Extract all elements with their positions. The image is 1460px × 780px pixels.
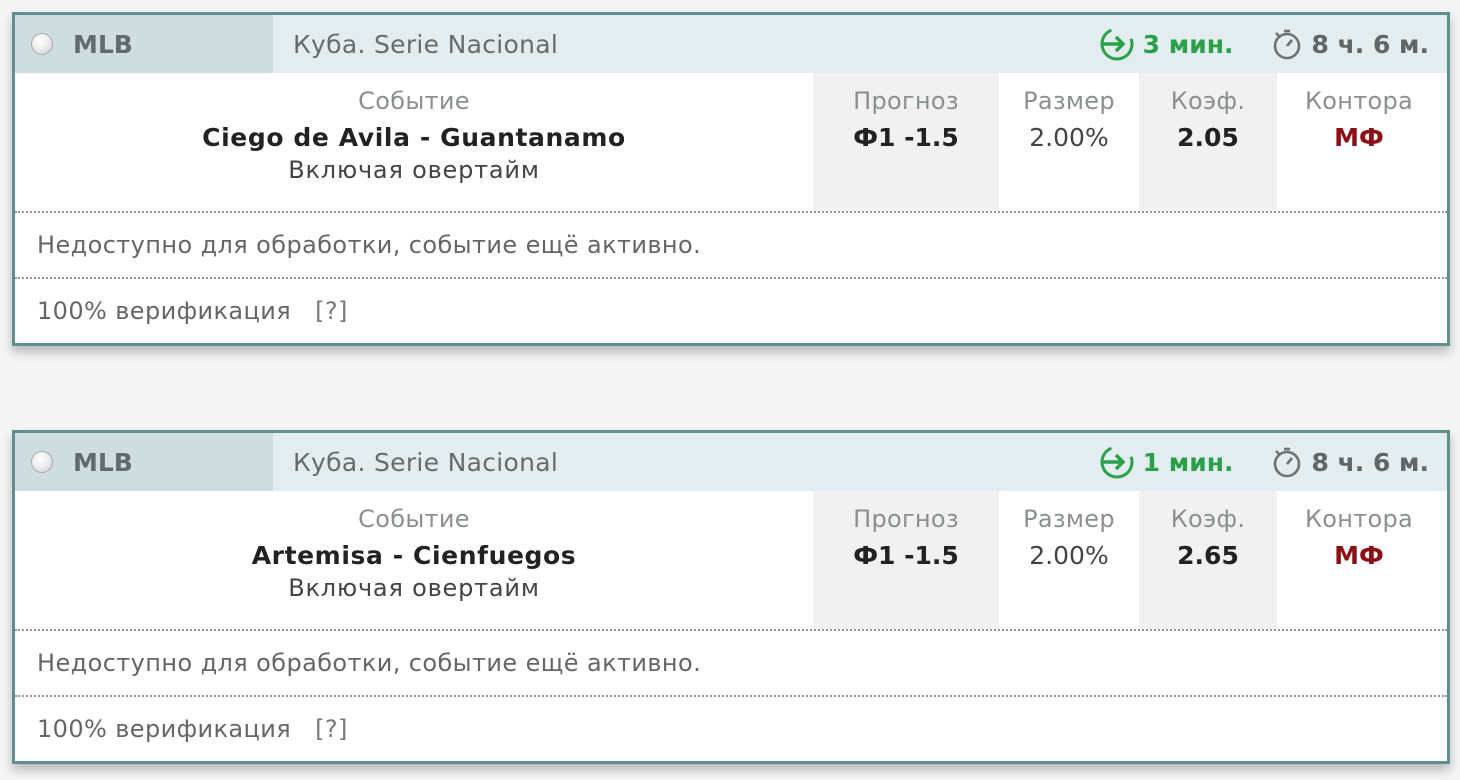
timing-info: 1 мин. 8 ч. 6 м. [1099,433,1429,491]
odds-value: 2.05 [1177,123,1239,152]
event-cell: Событие Artemisa - Cienfuegos Включая ов… [15,491,813,629]
sport-label: MLB [73,447,133,477]
bookmaker-cell: Контора МФ [1277,73,1441,211]
event-name: Ciego de Avila - Guantanamo [202,123,626,152]
size-cell: Размер 2.00% [999,491,1139,629]
forecast-column-head: Прогноз [853,505,959,533]
odds-cell: Коэф. 2.65 [1139,491,1277,629]
sport-cell: MLB [15,15,273,73]
bet-card: MLB Куба. Serie Nacional 1 мин. 8 ч. 6 м… [12,430,1450,764]
stopwatch-icon [1273,29,1300,60]
forecast-column-head: Прогноз [853,87,959,115]
size-cell: Размер 2.00% [999,73,1139,211]
verification-text: 100% верификация [37,297,292,325]
duration-label: 8 ч. 6 м. [1311,29,1430,59]
starts-in: 3 мин. [1099,26,1234,62]
event-note: Включая овертайм [288,156,540,184]
odds-value: 2.65 [1177,541,1239,570]
bookmaker-cell: Контора МФ [1277,491,1441,629]
stopwatch-icon [1273,447,1300,478]
card-header: MLB Куба. Serie Nacional 1 мин. 8 ч. 6 м… [15,433,1447,491]
status-row: Недоступно для обработки, событие ещё ак… [15,629,1447,695]
duration: 8 ч. 6 м. [1270,445,1430,479]
size-column-head: Размер [1023,87,1115,115]
odds-column-head: Коэф. [1170,505,1246,533]
starts-in-label: 1 мин. [1142,447,1234,477]
status-text: Недоступно для обработки, событие ещё ак… [37,231,702,259]
event-name: Artemisa - Cienfuegos [251,541,577,570]
verification-row: 100% верификация [?] [15,695,1447,761]
bet-info: Событие Artemisa - Cienfuegos Включая ов… [15,491,1447,629]
verification-help-link[interactable]: [?] [315,297,348,325]
size-value: 2.00% [1029,123,1109,152]
starts-in: 1 мин. [1099,444,1234,480]
event-column-head: Событие [358,505,470,533]
timing-info: 3 мин. 8 ч. 6 м. [1099,15,1429,73]
arrow-enter-icon [1100,27,1134,61]
sport-cell: MLB [15,433,273,491]
duration: 8 ч. 6 м. [1270,27,1430,61]
verification-help-link[interactable]: [?] [315,715,348,743]
forecast-cell: Прогноз Ф1 -1.5 [813,73,999,211]
radio-button-icon[interactable] [31,451,53,473]
starts-in-label: 3 мин. [1142,29,1234,59]
odds-column-head: Коэф. [1170,87,1246,115]
odds-cell: Коэф. 2.05 [1139,73,1277,211]
status-text: Недоступно для обработки, событие ещё ак… [37,649,702,677]
size-column-head: Размер [1023,505,1115,533]
duration-label: 8 ч. 6 м. [1311,447,1430,477]
bookmaker-column-head: Контора [1304,505,1414,533]
event-column-head: Событие [358,87,470,115]
forecast-value: Ф1 -1.5 [853,541,959,570]
event-cell: Событие Ciego de Avila - Guantanamo Вклю… [15,73,813,211]
arrow-enter-icon [1100,445,1134,479]
size-value: 2.00% [1029,541,1109,570]
radio-button-icon[interactable] [31,33,53,55]
verification-text: 100% верификация [37,715,292,743]
event-note: Включая овертайм [288,574,540,602]
sport-label: MLB [73,29,133,59]
forecast-value: Ф1 -1.5 [853,123,959,152]
bet-info: Событие Ciego de Avila - Guantanamo Вклю… [15,73,1447,211]
card-header: MLB Куба. Serie Nacional 3 мин. 8 ч. 6 м… [15,15,1447,73]
status-row: Недоступно для обработки, событие ещё ак… [15,211,1447,277]
bookmaker-value: МФ [1334,541,1384,570]
league-label: Куба. Serie Nacional [293,29,559,59]
bookmaker-value: МФ [1334,123,1384,152]
verification-row: 100% верификация [?] [15,277,1447,343]
bookmaker-column-head: Контора [1304,87,1414,115]
forecast-cell: Прогноз Ф1 -1.5 [813,491,999,629]
league-label: Куба. Serie Nacional [293,447,559,477]
bet-card: MLB Куба. Serie Nacional 3 мин. 8 ч. 6 м… [12,12,1450,346]
